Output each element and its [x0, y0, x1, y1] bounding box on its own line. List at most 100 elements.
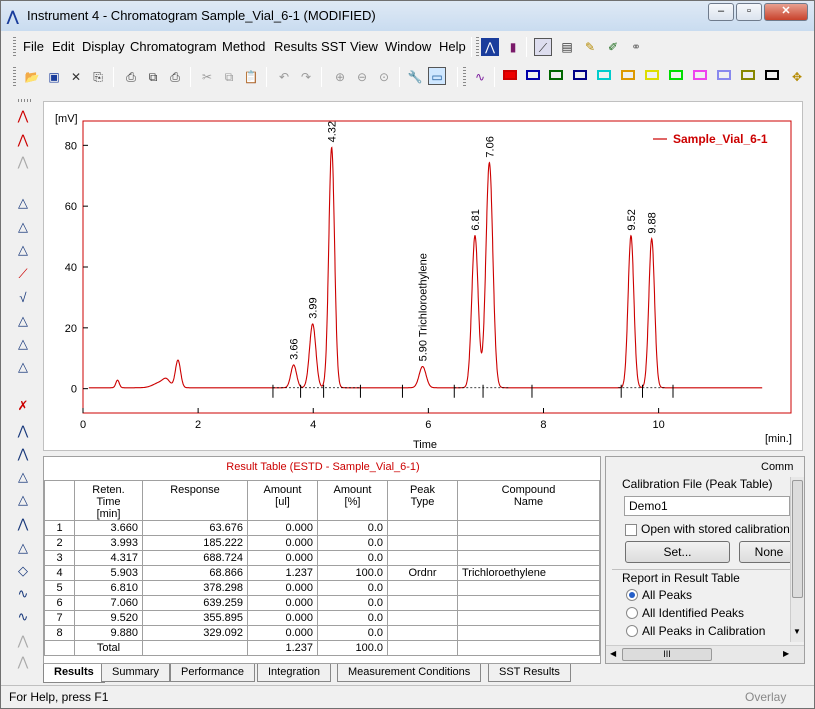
noise-icon[interactable]: △	[14, 312, 32, 330]
solvent-peak-icon[interactable]: ◇	[14, 562, 32, 580]
cut-icon[interactable]: ✂	[198, 68, 216, 86]
lock-baseline-icon[interactable]: ⟋	[14, 265, 32, 283]
color-red-icon[interactable]	[503, 70, 517, 80]
valley-icon[interactable]: √	[14, 289, 32, 307]
redo-icon[interactable]: ↷	[297, 68, 315, 86]
front-tangent-icon[interactable]: △	[14, 241, 32, 259]
tab-measurement-conditions[interactable]: Measurement Conditions	[337, 664, 482, 682]
split-peak-icon[interactable]: ⋀	[14, 153, 32, 171]
print-icon[interactable]: ⎙	[122, 68, 140, 86]
col-header-response[interactable]: Response	[142, 480, 248, 521]
color-cyan-icon[interactable]	[597, 70, 611, 80]
table-row[interactable]: 5 6.810 378.298 0.000 0.0	[44, 580, 600, 596]
menu-chromatogram[interactable]: Chromatogram	[130, 39, 217, 54]
link-icon[interactable]: ⚭	[627, 38, 645, 56]
scroll-down-icon[interactable]: ▼	[793, 627, 801, 636]
color-orange-icon[interactable]	[621, 70, 635, 80]
properties-icon[interactable]: ✐	[604, 38, 622, 56]
add-peak-icon[interactable]: ⋀	[14, 107, 32, 125]
col-header-retention[interactable]: Reten. Time [min]	[74, 480, 143, 521]
table-row[interactable]: 2 3.993 185.222 0.000 0.0	[44, 535, 600, 551]
edit-report-icon[interactable]: ✎	[581, 38, 599, 56]
color-olive-icon[interactable]	[741, 70, 755, 80]
table-row[interactable]: 3 4.317 688.724 0.000 0.0	[44, 550, 600, 566]
open-icon[interactable]: 📂	[23, 68, 41, 86]
h-scroll-thumb[interactable]: III	[622, 648, 712, 661]
tab-sst-results[interactable]: SST Results	[488, 664, 571, 682]
total-row[interactable]: Total 1.237 100.0	[44, 640, 600, 656]
set-button[interactable]: Set...	[625, 541, 730, 563]
color-magenta-icon[interactable]	[693, 70, 707, 80]
reference-icon[interactable]: ∿	[14, 608, 32, 626]
menu-sst[interactable]: SST	[321, 39, 346, 54]
stored-calibration-checkbox[interactable]	[625, 524, 637, 536]
color-yellow-icon[interactable]	[645, 70, 659, 80]
menu-results[interactable]: Results	[274, 39, 317, 54]
table-row[interactable]: 4 5.903 68.866 1.237 100.0 Ordnr Trichloroethy…	[44, 565, 600, 581]
color-navy-icon[interactable]	[573, 70, 587, 80]
move-peak-icon[interactable]: △	[14, 539, 32, 557]
tab-performance[interactable]: Performance	[170, 664, 255, 682]
minimize-button[interactable]: –	[708, 3, 734, 21]
copy-icon[interactable]: ⧉	[220, 68, 238, 86]
menu-window[interactable]: Window	[385, 39, 431, 54]
menu-file[interactable]: File	[23, 39, 44, 54]
shoulder-icon[interactable]: ⋀	[14, 515, 32, 533]
menu-display[interactable]: Display	[82, 39, 125, 54]
color-blue-icon[interactable]	[526, 70, 540, 80]
print-preview-icon[interactable]: ⧉	[144, 68, 162, 86]
horizontal-scrollbar[interactable]: ◀ III ▶	[606, 645, 804, 663]
tangent-icon[interactable]: △	[14, 218, 32, 236]
table-row[interactable]: 8 9.880 329.092 0.000 0.0	[44, 625, 600, 641]
radio-calibration-peaks[interactable]	[626, 625, 638, 637]
color-green-icon[interactable]	[549, 70, 563, 80]
close-button[interactable]: ✕	[764, 3, 808, 21]
comment-icon[interactable]: ▭	[428, 67, 446, 85]
disabled-tool2-icon[interactable]: ⋀	[14, 653, 32, 671]
tab-results[interactable]: Results	[43, 664, 105, 683]
color-black-icon[interactable]	[765, 70, 779, 80]
signal-icon[interactable]: ∿	[471, 68, 489, 86]
slope-icon[interactable]: △	[14, 335, 32, 353]
radio-identified-peaks[interactable]	[626, 607, 638, 619]
table-row[interactable]: 7 9.520 355.895 0.000 0.0	[44, 610, 600, 626]
col-header-peak-type[interactable]: Peak Type	[387, 480, 458, 521]
result-table[interactable]: Reten. Time [min] Response Amount [ul] A…	[44, 480, 600, 656]
paste-icon[interactable]: 📋	[242, 68, 260, 86]
table-row[interactable]: 1 3.660 63.676 0.000 0.0	[44, 520, 600, 536]
tab-summary[interactable]: Summary	[101, 664, 171, 682]
scroll-thumb[interactable]	[792, 480, 803, 598]
disabled-tool-icon[interactable]: ⋀	[14, 632, 32, 650]
scroll-left-icon[interactable]: ◀	[610, 649, 616, 658]
maximize-button[interactable]: ▫	[736, 3, 762, 21]
undo-icon[interactable]: ↶	[275, 68, 293, 86]
color-lavender-icon[interactable]	[717, 70, 731, 80]
print-report-icon[interactable]: ⎙	[166, 68, 184, 86]
peak-end-icon[interactable]: △	[14, 468, 32, 486]
menu-edit[interactable]: Edit	[52, 39, 74, 54]
col-header-amount-ul[interactable]: Amount [ul]	[247, 480, 318, 521]
radio-all-peaks[interactable]	[626, 589, 638, 601]
chromatogram-chart[interactable]: [mV] Time [min.] 0 20 40 60 80 0 2 4 6 8 10 3.66 3.9…	[43, 101, 803, 451]
color-lime-icon[interactable]	[669, 70, 683, 80]
close-file-icon[interactable]: ✕	[67, 68, 85, 86]
zoom-fit-icon[interactable]: ⊙	[375, 68, 393, 86]
move-icon[interactable]: ✥	[788, 68, 806, 86]
scroll-right-icon[interactable]: ▶	[783, 649, 789, 658]
menu-method[interactable]: Method	[222, 39, 265, 54]
save-icon[interactable]: ▣	[45, 68, 63, 86]
zoom-in-icon[interactable]: ⊕	[331, 68, 349, 86]
tailing-icon[interactable]: ∿	[14, 585, 32, 603]
instrument-icon[interactable]: ⋀	[481, 38, 499, 56]
tab-integration[interactable]: Integration	[257, 664, 331, 682]
menu-help[interactable]: Help	[439, 39, 466, 54]
peak-start-icon[interactable]: ⋀	[14, 445, 32, 463]
table-view-icon[interactable]: ▤	[558, 38, 576, 56]
manual-peak-icon[interactable]: ⋀	[14, 422, 32, 440]
chromatogram-view-icon[interactable]: ⟋	[534, 38, 552, 56]
delete-peak-icon[interactable]: ⋀	[14, 131, 32, 149]
col-header-amount-pct[interactable]: Amount [%]	[317, 480, 388, 521]
calibration-file-input[interactable]: Demo1	[624, 496, 790, 516]
wrench-icon[interactable]: 🔧	[406, 68, 424, 86]
vials-icon[interactable]: ▮	[504, 38, 522, 56]
